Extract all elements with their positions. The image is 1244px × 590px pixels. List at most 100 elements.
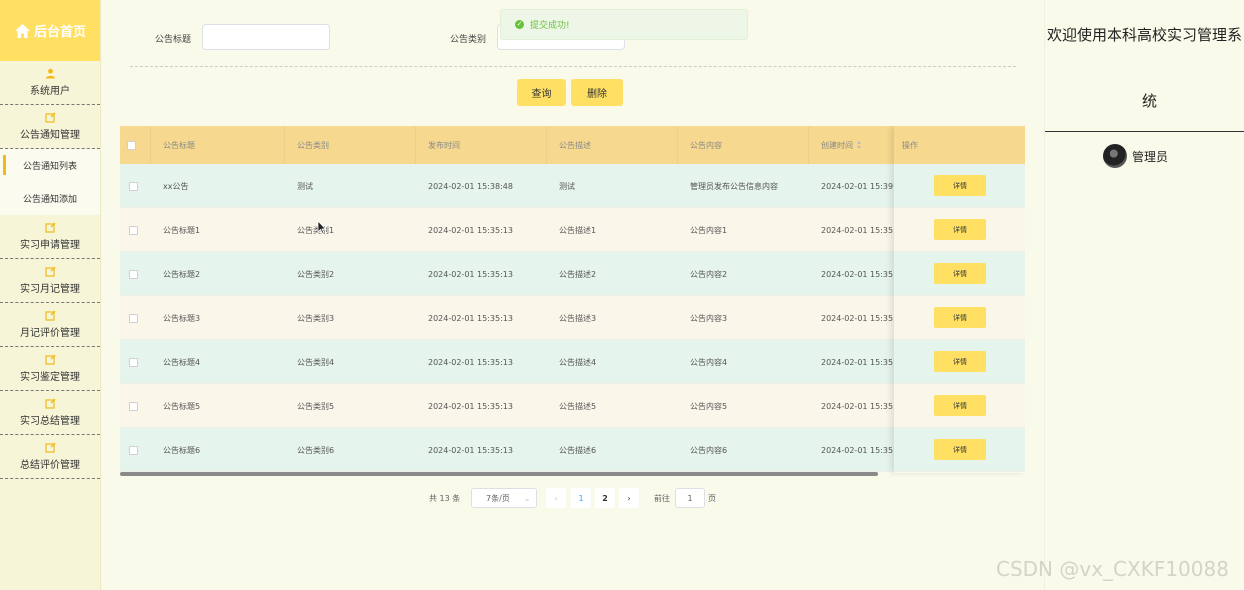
- notice-submenu: 公告通知列表 公告通知添加: [0, 149, 100, 215]
- sidebar-item-label: 实习申请管理: [20, 240, 80, 251]
- row-checkbox[interactable]: [129, 225, 138, 235]
- table-cell: 公告内容6: [690, 445, 728, 455]
- sidebar-item-notice-management[interactable]: 公告通知管理: [0, 105, 100, 149]
- column-header-label: 创建时间: [821, 140, 853, 150]
- submenu-item-notice-list[interactable]: 公告通知列表: [0, 149, 100, 182]
- goto-prefix: 前往: [654, 493, 670, 503]
- sidebar-item-journal-evaluation[interactable]: 月记评价管理: [0, 303, 100, 347]
- table-cell: 公告内容4: [690, 357, 728, 367]
- detail-button[interactable]: 详情: [934, 263, 986, 284]
- table-cell: 2024-02-01 15:35:13: [428, 269, 513, 279]
- sidebar-item-internship-application[interactable]: 实习申请管理: [0, 215, 100, 259]
- row-checkbox[interactable]: [129, 181, 138, 191]
- row-select-cell[interactable]: [120, 252, 151, 296]
- title-search-input[interactable]: [202, 24, 330, 50]
- row-checkbox[interactable]: [129, 357, 138, 367]
- table-row: 公告标题2 公告类别2 2024-02-01 15:35:13 公告描述2 公告内容2 2…: [120, 252, 1025, 296]
- welcome-title-continued: 统: [1142, 92, 1158, 110]
- pagination-total: 共 13 条: [429, 493, 461, 503]
- table-cell: 2024-02-01 15:35:13: [428, 225, 513, 235]
- action-cell: 详情: [894, 296, 1025, 340]
- sidebar-item-label: 公告通知管理: [20, 130, 80, 141]
- row-checkbox[interactable]: [129, 401, 138, 411]
- sidebar-item-monthly-journal[interactable]: 实习月记管理: [0, 259, 100, 303]
- row-checkbox[interactable]: [129, 445, 138, 455]
- title-search-label: 公告标题: [155, 35, 192, 45]
- detail-button[interactable]: 详情: [934, 439, 986, 460]
- page-number-2[interactable]: 2: [595, 488, 615, 508]
- table-row: 公告标题5 公告类别5 2024-02-01 15:35:13 公告描述5 公告内容5 2…: [120, 384, 1025, 428]
- sort-icon[interactable]: [857, 141, 862, 149]
- detail-button[interactable]: 详情: [934, 175, 986, 196]
- table-cell: 公告描述3: [559, 313, 597, 323]
- sidebar-item-label: 实习鉴定管理: [20, 372, 80, 383]
- table-cell: 公告类别2: [297, 269, 335, 279]
- chevron-left-icon: ‹: [554, 493, 558, 503]
- detail-button[interactable]: 详情: [934, 395, 986, 416]
- sidebar-item-internship-summary[interactable]: 实习总结管理: [0, 391, 100, 435]
- page-size-select[interactable]: 7条/页 ⌄: [471, 488, 537, 508]
- mouse-cursor-icon: [317, 220, 327, 234]
- page-size-value: 7条/页: [486, 493, 510, 503]
- goto-page-input[interactable]: 1: [675, 488, 705, 508]
- table-cell: 2024-02-01 15:35:13: [428, 357, 513, 367]
- column-header-sortable[interactable]: 创建时间: [809, 126, 899, 164]
- sidebar-item-label: 月记评价管理: [20, 328, 80, 339]
- row-select-cell[interactable]: [120, 208, 151, 252]
- delete-button[interactable]: 删除: [571, 79, 623, 106]
- table-cell: 公告标题1: [163, 225, 201, 235]
- detail-button[interactable]: 详情: [934, 219, 986, 240]
- table-cell: 公告类别6: [297, 445, 335, 455]
- sidebar-item-label: 实习总结管理: [20, 416, 80, 427]
- home-icon: [14, 23, 31, 39]
- select-all-checkbox[interactable]: [127, 140, 136, 150]
- user-name: 管理员: [1132, 149, 1169, 164]
- column-header: 公告标题: [151, 126, 285, 164]
- query-button[interactable]: 查询: [517, 79, 566, 106]
- brand-title: 后台首页: [33, 25, 86, 40]
- table-cell: 公告标题3: [163, 313, 201, 323]
- header-select-all[interactable]: [120, 126, 151, 164]
- goto-suffix: 页: [708, 493, 716, 503]
- table-cell: 公告描述2: [559, 269, 597, 279]
- column-header: 公告内容: [678, 126, 809, 164]
- submenu-item-notice-add[interactable]: 公告通知添加: [0, 182, 100, 215]
- row-select-cell[interactable]: [120, 164, 151, 208]
- column-header: 操作: [894, 126, 1025, 164]
- row-checkbox[interactable]: [129, 313, 138, 323]
- next-page-button[interactable]: ›: [619, 488, 639, 508]
- sidebar-item-internship-appraisal[interactable]: 实习鉴定管理: [0, 347, 100, 391]
- prev-page-button[interactable]: ‹: [546, 488, 566, 508]
- sidebar-item-system-users[interactable]: 系统用户: [0, 61, 100, 105]
- table-row: 公告标题1 公告类别1 2024-02-01 15:35:13 公告描述1 公告内容1 2…: [120, 208, 1025, 252]
- row-select-cell[interactable]: [120, 296, 151, 340]
- action-cell: 详情: [894, 208, 1025, 252]
- column-header: 公告类别: [285, 126, 416, 164]
- sidebar: 后台首页 系统用户 公告通知管理 公告通知列表 公告通知添加 实习申请管理 实习…: [0, 0, 101, 590]
- row-select-cell[interactable]: [120, 384, 151, 428]
- row-checkbox[interactable]: [129, 269, 138, 279]
- detail-button[interactable]: 详情: [934, 351, 986, 372]
- table-cell: 公告内容5: [690, 401, 728, 411]
- horizontal-scrollbar[interactable]: [120, 472, 878, 476]
- brand-home-link[interactable]: 后台首页: [0, 0, 100, 61]
- row-select-cell[interactable]: [120, 340, 151, 384]
- avatar: [1103, 144, 1127, 168]
- action-cell: 详情: [894, 384, 1025, 428]
- sidebar-item-summary-evaluation[interactable]: 总结评价管理: [0, 435, 100, 479]
- table-row: 公告标题4 公告类别4 2024-02-01 15:35:13 公告描述4 公告内容4 2…: [120, 340, 1025, 384]
- detail-button[interactable]: 详情: [934, 307, 986, 328]
- sidebar-item-label: 总结评价管理: [20, 460, 80, 471]
- action-cell: 详情: [894, 340, 1025, 384]
- table-cell: 公告描述5: [559, 401, 597, 411]
- edit-icon: [44, 310, 55, 321]
- action-cell: 详情: [894, 252, 1025, 296]
- page-number-1[interactable]: 1: [571, 488, 591, 508]
- sidebar-item-label: 系统用户: [30, 86, 70, 97]
- row-select-cell[interactable]: [120, 428, 151, 472]
- user-menu[interactable]: 管理员: [1103, 144, 1168, 168]
- table-cell: 公告内容1: [690, 225, 728, 235]
- table-cell: 公告标题6: [163, 445, 201, 455]
- right-panel: 欢迎使用本科高校实习管理系 统 管理员: [1044, 0, 1244, 590]
- success-toast: ✓ 提交成功!: [500, 9, 748, 40]
